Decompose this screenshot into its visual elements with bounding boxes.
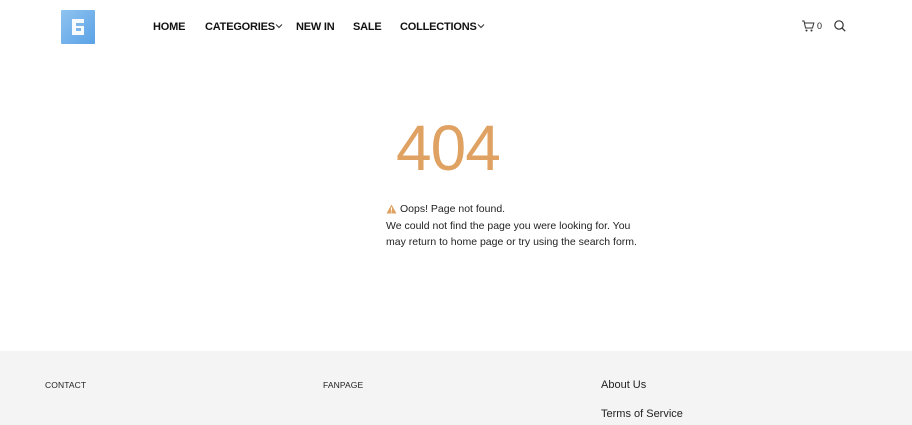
error-message: Oops! Page not found. We could not find … [386,201,656,251]
footer-heading-fanpage: FANPAGE [323,380,364,390]
site-footer: CONTACT FANPAGE About Us Terms of Servic… [0,351,912,425]
footer-link-about-us[interactable]: About Us [601,379,646,391]
warning-icon [386,204,397,214]
logo-mark-icon [72,19,84,35]
cart-button[interactable]: 0 [801,18,822,34]
error-title: Oops! Page not found. [400,203,506,215]
site-logo[interactable] [61,10,95,44]
cart-icon [802,20,815,32]
chevron-down-icon[interactable] [476,21,486,31]
error-description-line-1: We could not find the page you were look… [386,219,631,232]
footer-link-terms[interactable]: Terms of Service [601,408,683,420]
nav-item-categories[interactable]: CATEGORIES [205,20,275,34]
cart-count: 0 [817,21,823,31]
error-description-line-2: may return to home page or try using the… [386,236,637,248]
nav-item-new-in[interactable]: NEW IN [296,20,335,34]
site-header: HOME CATEGORIES NEW IN SALE COLLECTIONS … [0,0,912,56]
nav-item-collections[interactable]: COLLECTIONS [400,20,477,34]
nav-item-sale[interactable]: SALE [353,20,382,34]
error-code: 404 [396,112,501,184]
nav-item-home[interactable]: HOME [153,20,185,34]
footer-heading-contact: CONTACT [45,380,87,390]
chevron-down-icon[interactable] [274,21,284,31]
search-icon[interactable] [833,19,847,33]
